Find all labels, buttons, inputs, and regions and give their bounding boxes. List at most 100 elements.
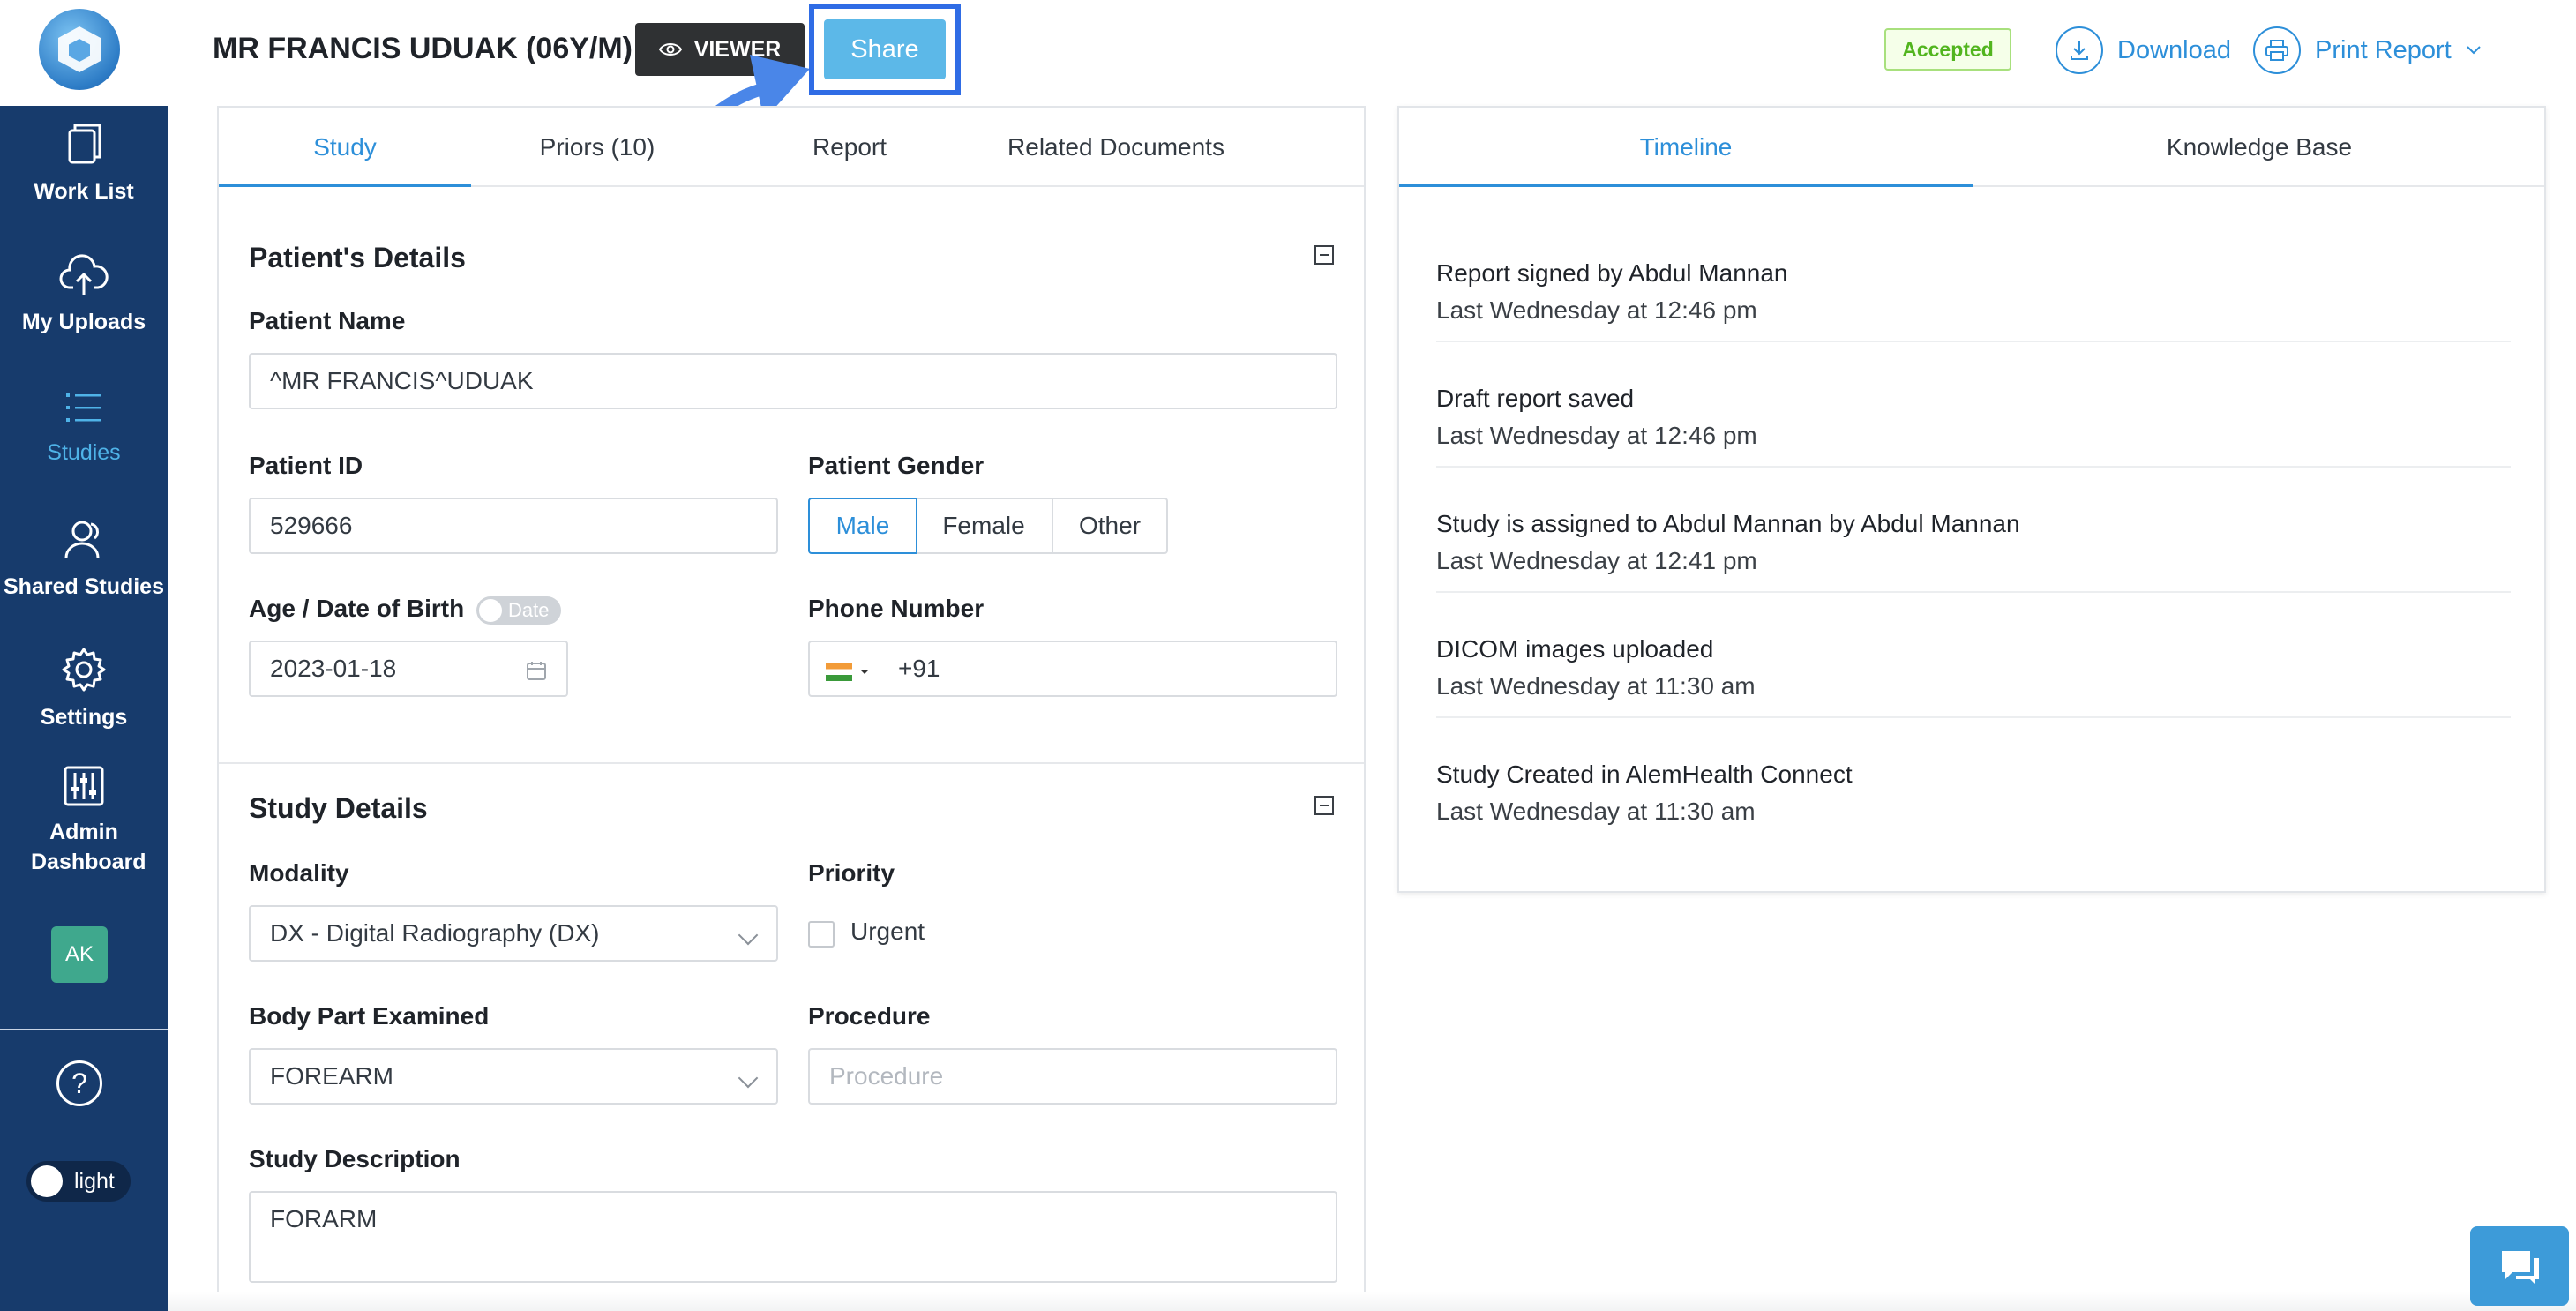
study-description-textarea[interactable]: FORARM <box>249 1191 1337 1283</box>
gender-option-male[interactable]: Male <box>808 498 917 554</box>
sidebar: Work List My Uploads Studies Shared Stud… <box>0 0 168 1311</box>
app-logo[interactable] <box>39 9 120 90</box>
tab-knowledge-base[interactable]: Knowledge Base <box>1973 108 2546 187</box>
procedure-input[interactable]: Procedure <box>808 1048 1337 1105</box>
modality-select[interactable]: DX - Digital Radiography (DX) <box>249 905 778 962</box>
tab-timeline[interactable]: Timeline <box>1399 108 1973 187</box>
shared-users-icon <box>64 521 100 558</box>
sidebar-item-label: My Uploads <box>21 310 146 334</box>
urgent-label: Urgent <box>850 918 925 945</box>
gender-option-female[interactable]: Female <box>916 498 1053 554</box>
tab-report[interactable]: Report <box>723 108 976 187</box>
chevron-down-icon <box>738 1068 759 1089</box>
gear-icon <box>62 648 106 692</box>
timeline-event: Study Created in AlemHealth Connect <box>1436 760 1853 788</box>
worklist-icon <box>68 124 101 164</box>
age-dob-label: Age / Date of Birth <box>249 595 465 622</box>
download-icon <box>2056 26 2103 74</box>
dob-value: 2023-01-18 <box>270 655 397 682</box>
study-panel: Study Priors (10) Report Related Documen… <box>217 106 1366 1311</box>
timeline-event: Report signed by Abdul Mannan <box>1436 259 1788 287</box>
date-toggle[interactable]: Date <box>476 596 561 625</box>
sliders-icon <box>64 766 104 806</box>
sidebar-item-label: Studies <box>47 440 121 465</box>
download-button[interactable]: Download <box>2056 25 2231 76</box>
avatar[interactable]: AK <box>51 926 108 983</box>
study-description-label: Study Description <box>249 1145 461 1172</box>
timeline-event: Study is assigned to Abdul Mannan by Abd… <box>1436 510 2020 537</box>
modality-label: Modality <box>249 859 349 887</box>
patient-details-title: Patient's Details <box>249 242 466 273</box>
sidebar-item-studies[interactable]: Studies <box>0 386 168 468</box>
date-toggle-label: Date <box>508 599 550 621</box>
country-flag-icon[interactable] <box>826 663 852 681</box>
collapse-icon[interactable] <box>1314 796 1334 815</box>
status-badge: Accepted <box>1884 28 2011 71</box>
body-part-label: Body Part Examined <box>249 1002 490 1030</box>
section-divider <box>219 762 1364 764</box>
page-title: MR FRANCIS UDUAK (06Y/M) <box>213 32 633 65</box>
patient-id-input[interactable]: 529666 <box>249 498 778 554</box>
study-tabs: Study Priors (10) Report Related Documen… <box>219 108 1364 187</box>
timeline-time: Last Wednesday at 12:46 pm <box>1436 296 1757 324</box>
sidebar-item-admin-dashboard[interactable]: Admin Dashboard <box>0 764 168 877</box>
modality-value: DX - Digital Radiography (DX) <box>270 919 600 947</box>
urgent-checkbox[interactable] <box>808 921 835 948</box>
body-part-value: FOREARM <box>270 1062 393 1090</box>
toggle-knob <box>479 599 502 622</box>
phone-number-input[interactable]: +91 <box>808 641 1337 697</box>
chevron-down-icon <box>860 670 869 674</box>
sidebar-item-shared-studies[interactable]: Shared Studies <box>0 517 168 602</box>
tab-priors[interactable]: Priors (10) <box>471 108 723 187</box>
bottom-edge <box>168 1292 2576 1311</box>
procedure-label: Procedure <box>808 1002 931 1030</box>
dob-input[interactable]: 2023-01-18 <box>249 641 568 697</box>
sidebar-nav: Work List My Uploads Studies Shared Stud… <box>0 106 168 1311</box>
toggle-knob <box>31 1165 63 1197</box>
patient-gender-label: Patient Gender <box>808 452 985 479</box>
theme-label: light <box>74 1169 115 1194</box>
printer-icon <box>2253 26 2301 74</box>
theme-toggle[interactable]: light <box>26 1161 131 1202</box>
sidebar-item-label: Shared Studies <box>4 574 164 599</box>
tab-study[interactable]: Study <box>219 108 471 187</box>
body-part-select[interactable]: FOREARM <box>249 1048 778 1105</box>
logo-area <box>0 0 168 106</box>
timeline-time: Last Wednesday at 11:30 am <box>1436 798 1756 825</box>
sidebar-item-label: Work List <box>34 179 134 204</box>
sidebar-item-my-uploads[interactable]: My Uploads <box>0 254 168 337</box>
calendar-icon <box>527 662 546 680</box>
gender-option-other[interactable]: Other <box>1052 498 1168 554</box>
timeline-time: Last Wednesday at 11:30 am <box>1436 672 1756 700</box>
sidebar-item-label: Admin Dashboard <box>31 820 146 874</box>
chat-button[interactable] <box>2470 1226 2569 1306</box>
sidebar-item-work-list[interactable]: Work List <box>0 122 168 206</box>
active-tab-indicator <box>1399 184 1973 187</box>
chevron-down-icon <box>738 925 759 946</box>
chat-icon <box>2502 1251 2539 1285</box>
collapse-icon[interactable] <box>1314 245 1334 265</box>
study-details-title: Study Details <box>249 792 428 824</box>
timeline-item: Study Created in AlemHealth Connect Last… <box>1436 718 2511 843</box>
print-report-button[interactable]: Print Report <box>2253 25 2482 76</box>
priority-label: Priority <box>808 859 895 887</box>
timeline-item: Study is assigned to Abdul Mannan by Abd… <box>1436 468 2511 593</box>
timeline-item: Report signed by Abdul Mannan Last Wedne… <box>1436 217 2511 342</box>
sidebar-item-settings[interactable]: Settings <box>0 646 168 732</box>
timeline-item: DICOM images uploaded Last Wednesday at … <box>1436 593 2511 718</box>
timeline-event: DICOM images uploaded <box>1436 635 1714 663</box>
timeline-item: Draft report saved Last Wednesday at 12:… <box>1436 342 2511 468</box>
tab-related-documents[interactable]: Related Documents <box>976 108 1256 187</box>
share-button[interactable]: Share <box>824 19 946 79</box>
sidebar-item-label: Settings <box>40 705 128 730</box>
phone-value: +91 <box>898 655 940 682</box>
timeline-panel: Timeline Knowledge Base Report signed by… <box>1397 106 2546 893</box>
patient-name-input[interactable]: ^MR FRANCIS^UDUAK <box>249 353 1337 409</box>
timeline-tabs: Timeline Knowledge Base <box>1399 108 2544 187</box>
list-icon <box>66 393 101 422</box>
chevron-down-icon <box>2467 46 2481 55</box>
print-report-label: Print Report <box>2315 35 2452 64</box>
help-icon[interactable]: ? <box>56 1060 102 1106</box>
timeline-time: Last Wednesday at 12:46 pm <box>1436 422 1757 449</box>
upload-cloud-icon <box>59 254 109 295</box>
